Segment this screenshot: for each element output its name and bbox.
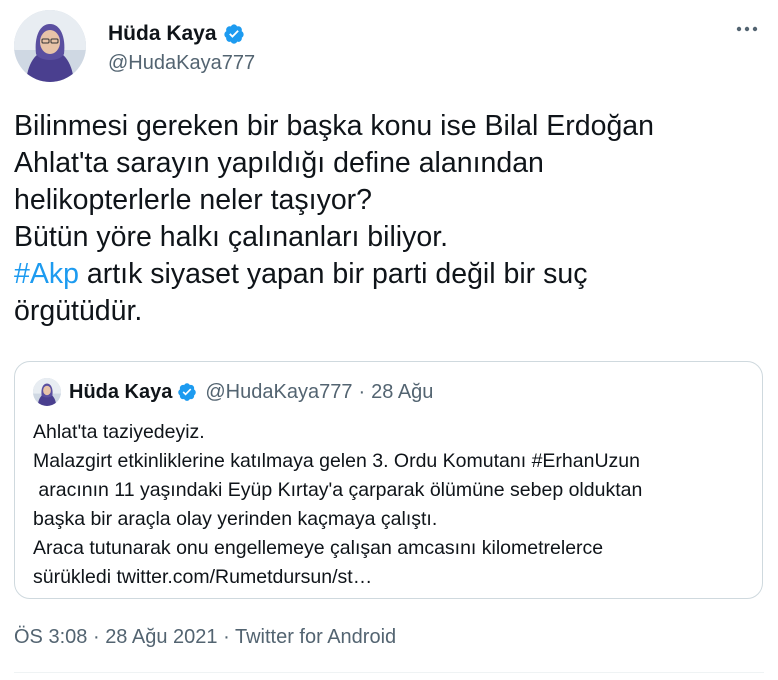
- tweet-time[interactable]: ÖS 3:08: [14, 626, 87, 648]
- tweet-date[interactable]: 28 Ağu 2021: [105, 626, 217, 648]
- quoted-tweet[interactable]: Hüda Kaya @HudaKaya777 · 28 Ağu Ahlat'ta…: [14, 361, 763, 599]
- quoted-tweet-text: Ahlat'ta taziyedeyiz. Malazgirt etkinlik…: [33, 421, 643, 588]
- quoted-separator: ·: [358, 380, 366, 403]
- tweet-meta: ÖS 3:08 · 28 Ağu 2021 · Twitter for Andr…: [14, 626, 396, 649]
- verified-badge-icon: [223, 23, 245, 45]
- author-handle[interactable]: @HudaKaya777: [108, 52, 255, 75]
- tweet-text-part-2: artık siyaset yapan bir parti değil bir …: [14, 258, 588, 327]
- tweet-source[interactable]: Twitter for Android: [235, 626, 396, 648]
- quoted-author-avatar: [33, 378, 61, 406]
- quoted-author-display-name: Hüda Kaya: [69, 380, 173, 403]
- hashtag-link[interactable]: #Akp: [14, 258, 79, 290]
- author-display-name[interactable]: Hüda Kaya: [108, 22, 217, 46]
- tweet-text-part-1: Bilinmesi gereken bir başka konu ise Bil…: [14, 110, 655, 253]
- meta-separator-2: ·: [223, 626, 230, 648]
- quoted-verified-badge-icon: [177, 382, 197, 402]
- divider: [14, 672, 764, 673]
- more-options-icon[interactable]: [730, 16, 764, 42]
- tweet-text: Bilinmesi gereken bir başka konu ise Bil…: [14, 108, 754, 330]
- meta-separator: ·: [92, 626, 100, 648]
- quoted-author-handle: @HudaKaya777: [205, 380, 353, 403]
- quoted-date: 28 Ağu: [371, 380, 434, 403]
- tweet-header: Hüda Kaya @HudaKaya777: [14, 10, 764, 82]
- author-avatar[interactable]: [14, 10, 86, 82]
- quoted-tweet-header: Hüda Kaya @HudaKaya777 · 28 Ağu: [33, 378, 433, 406]
